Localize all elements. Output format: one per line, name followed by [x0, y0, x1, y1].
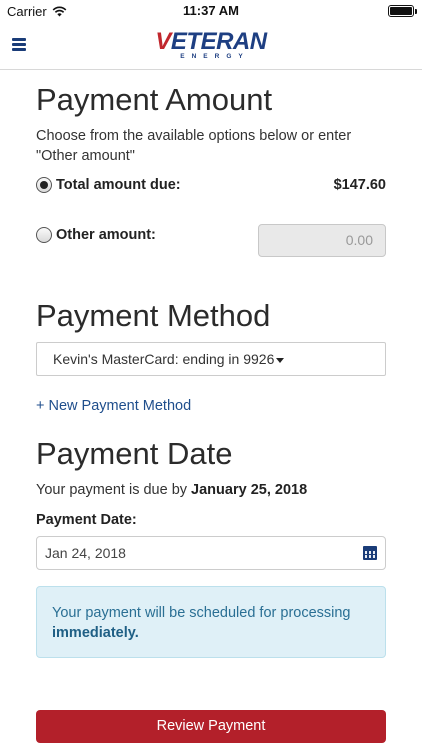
battery-icon — [388, 5, 417, 17]
logo-wordmark: VETERAN — [155, 28, 267, 55]
payment-method-heading: Payment Method — [36, 298, 271, 333]
total-amount-option[interactable]: Total amount due: — [36, 177, 181, 193]
payment-date-value: Jan 24, 2018 — [45, 545, 126, 561]
total-amount-label: Total amount due: — [56, 177, 181, 193]
review-payment-button[interactable]: Review Payment — [36, 710, 386, 743]
payment-date-label: Payment Date: — [36, 512, 137, 528]
payment-date-input[interactable]: Jan 24, 2018 — [36, 536, 386, 570]
total-amount-radio[interactable] — [36, 177, 52, 193]
other-amount-option[interactable]: Other amount: — [36, 227, 156, 243]
payment-date-heading: Payment Date — [36, 436, 233, 471]
payment-due-date: January 25, 2018 — [191, 482, 308, 498]
payment-amount-instructions: Choose from the available options below … — [36, 128, 352, 164]
caret-down-icon — [276, 357, 285, 363]
new-payment-method-link[interactable]: + New Payment Method — [36, 398, 191, 414]
payment-due-text: Your payment is due by January 25, 2018 — [36, 482, 308, 498]
veteran-energy-logo: VETERAN ENERGY — [0, 28, 422, 61]
alert-emphasis: immediately. — [52, 625, 139, 641]
processing-alert: Your payment will be scheduled for proce… — [36, 586, 386, 658]
status-bar: Carrier 11:37 AM — [0, 0, 422, 22]
payment-method-select[interactable]: Kevin's MasterCard: ending in 9926 — [36, 342, 386, 376]
payment-amount-heading: Payment Amount — [36, 82, 273, 117]
status-time: 11:37 AM — [183, 3, 239, 18]
nav-bar: VETERAN ENERGY — [0, 22, 422, 70]
other-amount-input[interactable]: 0.00 — [258, 224, 386, 257]
payment-method-selected: Kevin's MasterCard: ending in 9926 — [53, 351, 275, 367]
other-amount-label: Other amount: — [56, 227, 156, 243]
total-amount-value: $147.60 — [333, 177, 386, 193]
calendar-icon[interactable] — [363, 546, 377, 560]
other-amount-radio[interactable] — [36, 227, 52, 243]
